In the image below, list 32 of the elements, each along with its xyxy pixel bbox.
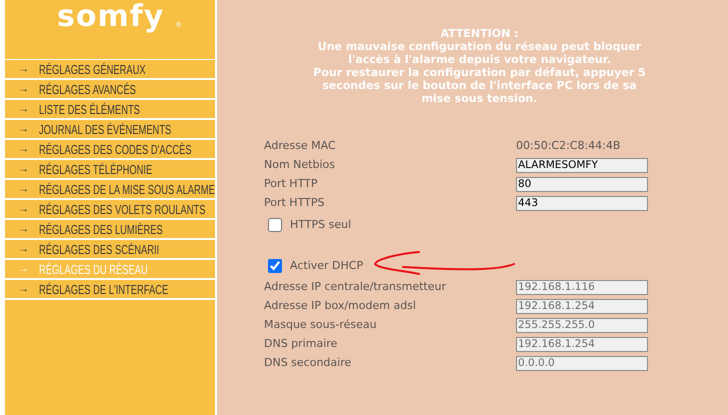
- menu-item[interactable]: → RÉGLAGES DES CODES D'ACCÈS: [5, 140, 215, 160]
- menu-item[interactable]: → JOURNAL DES ÉVÉNEMENTS: [5, 120, 215, 140]
- field-label: Masque sous-réseau: [264, 318, 377, 332]
- menu-item[interactable]: → RÉGLAGES TÉLÉPHONIE: [5, 160, 215, 180]
- field-label: DNS secondaire: [264, 356, 352, 370]
- checkbox[interactable]: [268, 218, 282, 232]
- menu-item[interactable]: → RÉGLAGES AVANCÉS: [5, 80, 215, 100]
- warning-text: Une mauvaise configuration du réseau peut bloquer l'accès à l'alarme depuis votre navigateur.: [316, 40, 642, 66]
- field-label: Port HTTP: [264, 177, 318, 190]
- menu-item[interactable]: → LISTE DES ÉLÉMENTS: [5, 100, 215, 120]
- checkbox-label: HTTPS seul: [290, 216, 352, 233]
- menu-item[interactable]: → RÉGLAGES GÉNERAUX: [5, 60, 215, 80]
- checkbox[interactable]: [268, 259, 282, 273]
- menu-item[interactable]: → RÉGLAGES DES SCÉNARII: [5, 240, 215, 260]
- checkbox-label: Activer DHCP: [290, 258, 364, 274]
- field-label: Nom Netbios: [264, 158, 335, 172]
- logo: somfy: [57, 2, 164, 32]
- menu-item[interactable]: → RÉGLAGES DES LUMIÈRES: [5, 220, 215, 240]
- menu-item[interactable]: → RÉGLAGES DE LA MISE SOUS ALARME: [5, 180, 215, 200]
- field-label: Adresse MAC: [264, 139, 336, 152]
- input-field[interactable]: 80: [516, 177, 648, 192]
- menu-item[interactable]: → RÉGLAGES DES VOLETS ROULANTS: [5, 200, 215, 220]
- input-field[interactable]: ALARMESOMFY: [516, 158, 648, 173]
- field-label: DNS primaire: [264, 337, 338, 350]
- field-value: 00:50:C2:C8:44:4B: [516, 138, 620, 154]
- field-label: Port HTTPS: [264, 196, 324, 210]
- field-label: Adresse IP centrale/transmetteur: [264, 280, 446, 294]
- menu-item[interactable]: → RÉGLAGES DE L'INTERFACE: [5, 280, 215, 300]
- warning-text: Pour restaurer la configuration par défaut, appuyer 5 secondes sur le bouton de l'interface PC lors de sa mise sous tension.: [312, 66, 647, 105]
- field-label: Adresse IP box/modem adsl: [264, 299, 416, 312]
- warning-text: ATTENTION :: [439, 27, 520, 40]
- input-field[interactable]: 443: [516, 196, 648, 211]
